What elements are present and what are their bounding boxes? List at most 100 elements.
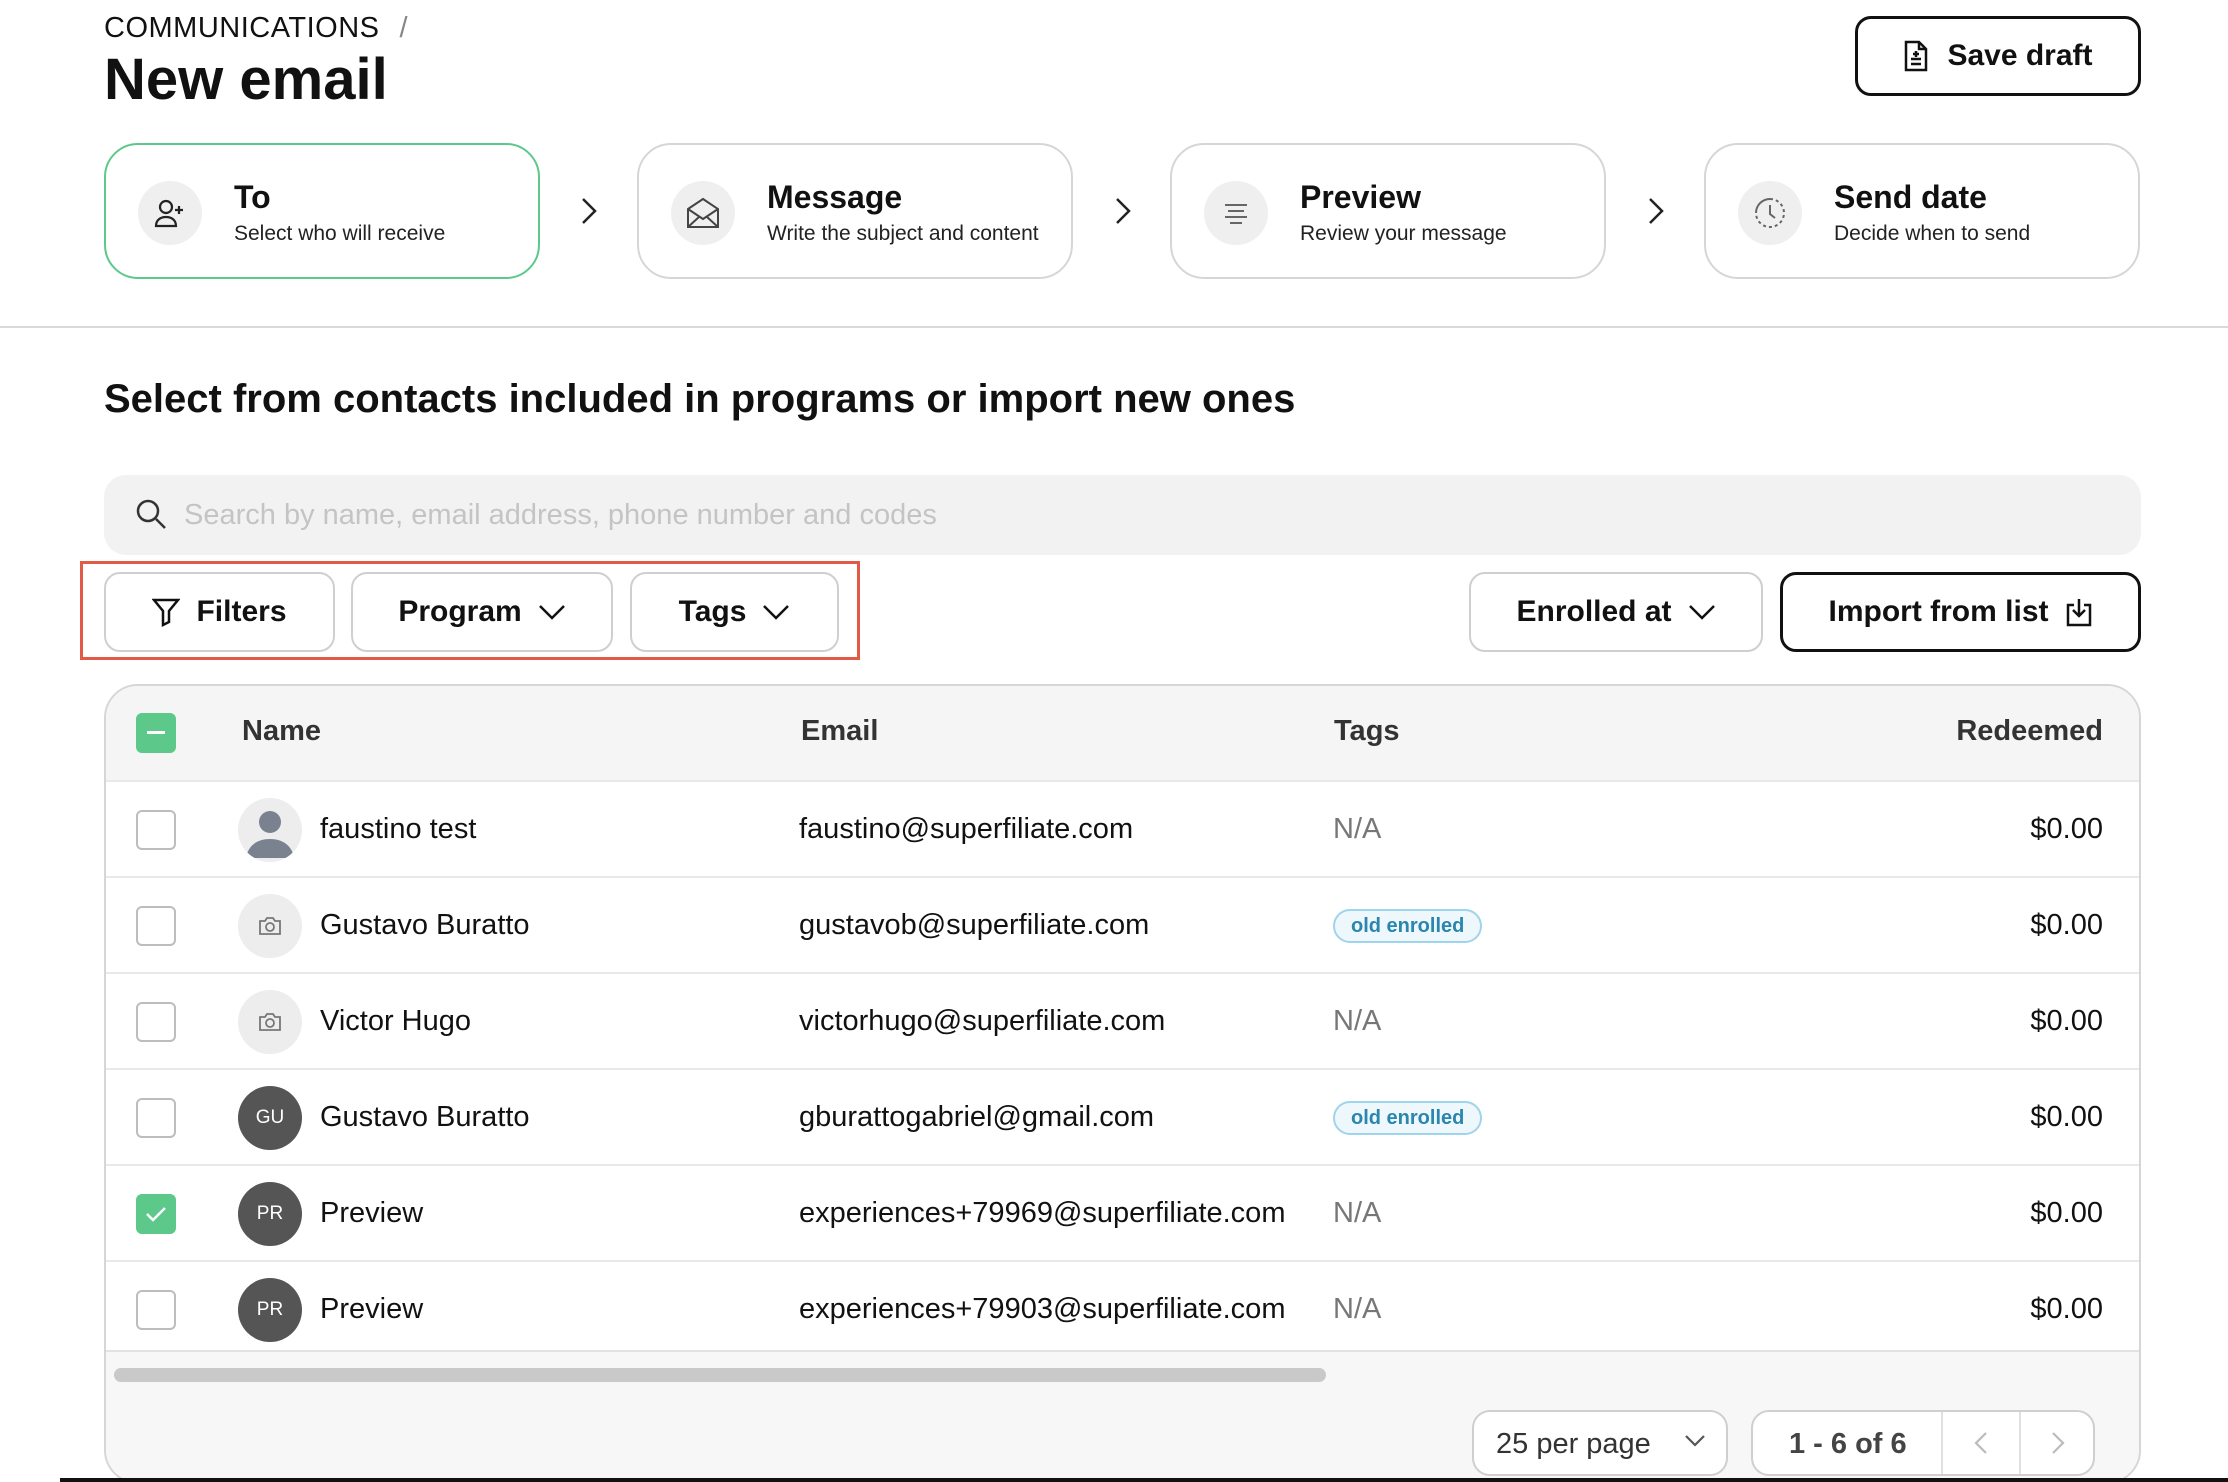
search-icon — [136, 499, 166, 529]
lines-icon — [1225, 204, 1247, 224]
add-user-icon — [154, 199, 183, 228]
step-send-date-title: Send date — [1834, 179, 1987, 215]
table-row[interactable]: faustino test faustino@superfiliate.com … — [106, 780, 2139, 876]
row-name: Gustavo Buratto — [320, 1101, 530, 1133]
step-message-desc: Write the subject and content — [767, 222, 1039, 245]
row-checkbox[interactable] — [136, 810, 176, 850]
tags-dropdown[interactable]: Tags — [630, 572, 839, 652]
select-all-checkbox[interactable] — [136, 713, 176, 753]
row-checkbox[interactable] — [136, 906, 176, 946]
filters-label: Filters — [196, 595, 287, 628]
row-redeemed: $0.00 — [2030, 813, 2103, 845]
step-preview-desc: Review your message — [1300, 222, 1507, 245]
save-draft-button[interactable]: Save draft — [1855, 16, 2141, 96]
avatar: GU — [238, 1086, 302, 1150]
minus-icon — [147, 731, 165, 734]
row-tag: N/A — [1333, 813, 1382, 845]
row-tag: N/A — [1333, 1197, 1382, 1229]
filters-button[interactable]: Filters — [104, 572, 335, 652]
row-email: experiences+79903@superfiliate.com — [799, 1293, 1286, 1325]
section-title: Select from contacts included in program… — [104, 377, 1296, 421]
breadcrumb-separator: / — [399, 12, 409, 44]
table-row[interactable]: Gustavo Buratto gustavob@superfiliate.co… — [106, 876, 2139, 972]
row-redeemed: $0.00 — [2030, 1197, 2103, 1229]
tag-badge: old enrolled — [1333, 1101, 1483, 1135]
row-name: Gustavo Buratto — [320, 909, 530, 941]
row-email: experiences+79969@superfiliate.com — [799, 1197, 1286, 1229]
row-name: Preview — [320, 1197, 424, 1229]
tag-badge: old enrolled — [1333, 909, 1483, 943]
per-page-label: 25 per page — [1496, 1428, 1651, 1460]
header-redeemed[interactable]: Redeemed — [1956, 715, 2103, 748]
per-page-select[interactable]: 25 per page — [1472, 1410, 1728, 1476]
step-send-date[interactable]: Send date Decide when to send — [1704, 143, 2140, 279]
step-preview-icon-circle — [1204, 181, 1268, 245]
step-message[interactable]: Message Write the subject and content — [637, 143, 1073, 279]
row-checkbox[interactable] — [136, 1098, 176, 1138]
avatar: PR — [238, 1278, 302, 1342]
avatar — [238, 990, 302, 1054]
row-redeemed: $0.00 — [2030, 1005, 2103, 1037]
bottom-divider — [60, 1478, 2228, 1482]
chevron-right-icon — [1649, 198, 1664, 224]
row-checkbox[interactable] — [136, 1194, 176, 1234]
step-to-title: To — [234, 179, 271, 215]
table-row[interactable]: PR Preview experiences+79903@superfiliat… — [106, 1260, 2139, 1356]
person-icon — [246, 811, 294, 858]
step-preview[interactable]: Preview Review your message — [1170, 143, 1606, 279]
page-title: New email — [104, 47, 388, 112]
chevron-down-icon — [763, 605, 790, 620]
horizontal-scrollbar[interactable] — [114, 1368, 1326, 1382]
avatar — [238, 798, 302, 862]
table-row[interactable]: GU Gustavo Buratto gburattogabriel@gmail… — [106, 1068, 2139, 1164]
contacts-table: Name Email Tags Redeemed faustino test f… — [104, 684, 2141, 1482]
download-icon — [2066, 599, 2091, 627]
chevron-right-icon — [2052, 1432, 2065, 1454]
avatar: PR — [238, 1182, 302, 1246]
camera-icon — [259, 917, 281, 935]
camera-icon — [259, 1013, 281, 1031]
step-preview-title: Preview — [1300, 179, 1421, 215]
document-icon — [1905, 40, 1928, 72]
next-page-button[interactable] — [2019, 1412, 2095, 1474]
row-checkbox[interactable] — [136, 1002, 176, 1042]
row-tag: N/A — [1333, 1293, 1382, 1325]
header-email[interactable]: Email — [801, 715, 878, 748]
chevron-right-icon — [582, 198, 597, 224]
enrolled-at-dropdown[interactable]: Enrolled at — [1469, 572, 1763, 652]
program-dropdown[interactable]: Program — [351, 572, 613, 652]
row-email: faustino@superfiliate.com — [799, 813, 1134, 845]
step-message-title: Message — [767, 179, 903, 215]
breadcrumb-communications[interactable]: COMMUNICATIONS — [104, 12, 380, 44]
step-send-date-icon-circle — [1738, 181, 1802, 245]
pagination-range: 1 - 6 of 6 — [1789, 1428, 1907, 1460]
row-checkbox[interactable] — [136, 1290, 176, 1330]
prev-page-button[interactable] — [1941, 1412, 2019, 1474]
row-email: victorhugo@superfiliate.com — [799, 1005, 1166, 1037]
header-tags[interactable]: Tags — [1334, 715, 1400, 748]
tags-label: Tags — [678, 595, 747, 628]
step-send-date-desc: Decide when to send — [1834, 222, 2031, 245]
step-to[interactable]: To Select who will receive — [104, 143, 540, 279]
step-to-desc: Select who will receive — [234, 222, 446, 245]
filter-icon — [152, 598, 181, 627]
row-email: gustavob@superfiliate.com — [799, 909, 1150, 941]
step-to-icon-circle — [138, 181, 202, 245]
envelope-icon — [687, 197, 719, 228]
row-name: Victor Hugo — [320, 1005, 471, 1037]
page-header: COMMUNICATIONS / New email Save draft To … — [0, 0, 2228, 328]
avatar — [238, 894, 302, 958]
step-message-icon-circle — [671, 181, 735, 245]
search-input[interactable] — [184, 475, 2084, 555]
row-name: Preview — [320, 1293, 424, 1325]
import-label: Import from list — [1828, 595, 2049, 628]
header-name[interactable]: Name — [242, 715, 321, 748]
chevron-right-icon — [1116, 198, 1131, 224]
table-row[interactable]: PR Preview experiences+79969@superfiliat… — [106, 1164, 2139, 1260]
row-tag: N/A — [1333, 1005, 1382, 1037]
program-label: Program — [398, 595, 522, 628]
row-redeemed: $0.00 — [2030, 1293, 2103, 1325]
table-row[interactable]: Victor Hugo victorhugo@superfiliate.com … — [106, 972, 2139, 1068]
pagination: 1 - 6 of 6 — [1751, 1410, 2095, 1476]
import-from-list-button[interactable]: Import from list — [1780, 572, 2141, 652]
